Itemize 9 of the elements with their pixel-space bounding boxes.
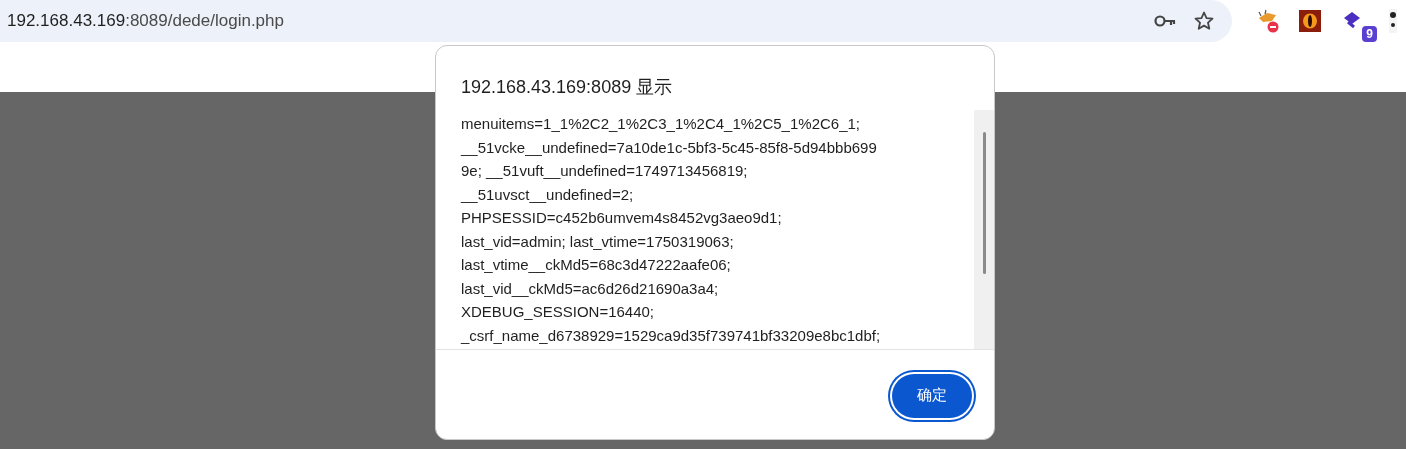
url-text: 192.168.43.169:8089/dede/login.php bbox=[7, 11, 284, 31]
count-badge: 9 bbox=[1362, 26, 1377, 42]
scrollbar[interactable] bbox=[974, 110, 994, 349]
key-icon[interactable] bbox=[1154, 15, 1176, 27]
star-icon[interactable] bbox=[1194, 11, 1214, 31]
eye-icon[interactable] bbox=[1299, 10, 1321, 32]
dialog-message: menuitems=1_1%2C2_1%2C3_1%2C4_1%2C5_1%2C6_1; __51vcke__undefined=7a10de1c-5bf3-5c45-85f8-5d94bbb699 9e; __51vuft__undefined=1749713456819; __51uvsct__undefined=2; PHPSESSID=c452b6umvem4s8452vg3aeo9d1; last_vid=admin; last_vtime=1750319063; last_vtime__ckMd5=68c3d47222aafe06; last_vid__ckMd5=ac6d26d21690a3a4; XDEBUG_SESSION=16440; _csrf_name_d6738929=1529ca9d35f739741bf33209e8bc1dbf; bbox=[459, 114, 882, 346]
dialog-title: 192.168.43.169:8089 显示 bbox=[460, 76, 674, 99]
address-bar[interactable]: 192.168.43.169:8089/dede/login.php bbox=[0, 0, 1232, 42]
